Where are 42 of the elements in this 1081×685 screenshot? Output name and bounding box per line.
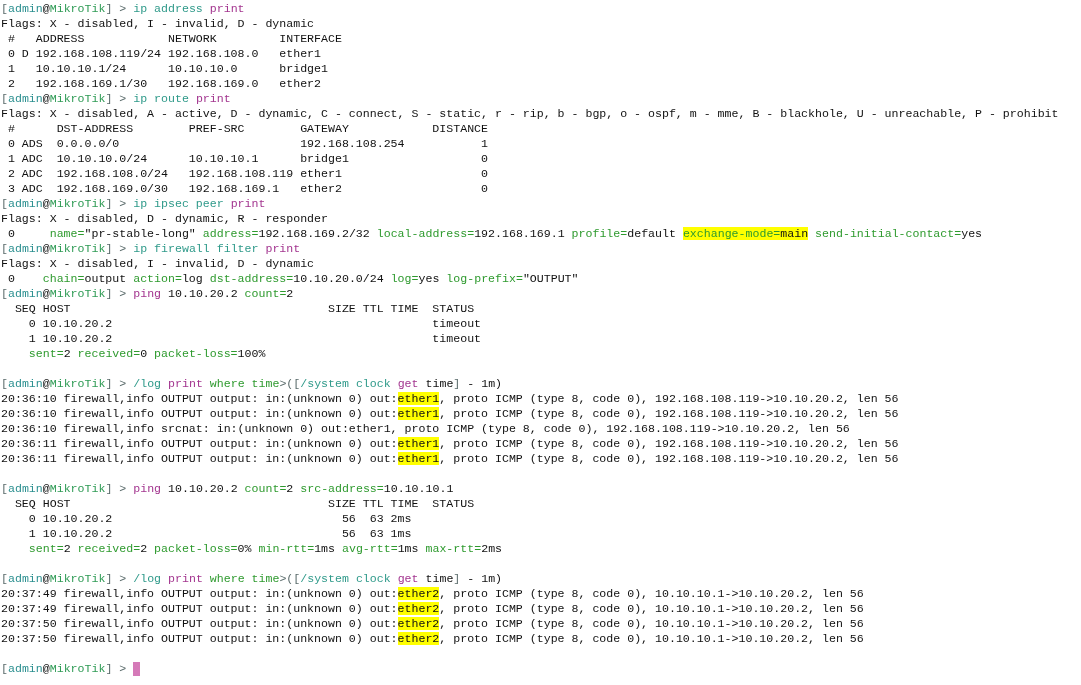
output-line: # DST-ADDRESS PREF-SRC GATEWAY DISTANCE: [6, 121, 489, 136]
output-line: 0 10.10.20.2 56 63 2ms: [27, 511, 412, 526]
output-line: 1 ADC 10.10.10.0/24 10.10.10.1 bridge1 0: [6, 151, 489, 166]
command-line: [admin@MikroTik] > ping 10.10.20.2 count=2 src-address=10.10.10.1: [1, 481, 454, 496]
output-line: 20:36:10 firewall,info OUTPUT output: in:(unknown 0) out:ether1, proto ICMP (type 8, code 0), 192.168.108.119->10.10.20.2, len 56: [1, 406, 899, 421]
command-line: [admin@MikroTik] > ip route print: [1, 91, 231, 106]
output-line: 20:36:11 firewall,info OUTPUT output: in:(unknown 0) out:ether1, proto ICMP (type 8, code 0), 192.168.108.119->10.10.20.2, len 56: [1, 451, 899, 466]
command-line: [admin@MikroTik] > /log print where time>([/system clock get time] - 1m): [1, 376, 503, 391]
output-line: SEQ HOST SIZE TTL TIME STATUS: [13, 496, 475, 511]
output-line: 0 chain=output action=log dst-address=10.10.20.0/24 log=yes log-prefix="OUTPUT": [6, 271, 579, 286]
output-line: 20:37:49 firewall,info OUTPUT output: in:(unknown 0) out:ether2, proto ICMP (type 8, code 0), 10.10.10.1->10.10.20.2, len 56: [1, 601, 864, 616]
command-line: [admin@MikroTik] > ip address print: [1, 1, 245, 16]
command-line: [admin@MikroTik] > /log print where time>([/system clock get time] - 1m): [1, 571, 503, 586]
text-cursor: [133, 661, 141, 676]
output-line: 2 192.168.169.1/30 192.168.169.0 ether2: [6, 76, 322, 91]
output-line: 20:37:50 firewall,info OUTPUT output: in:(unknown 0) out:ether2, proto ICMP (type 8, code 0), 10.10.10.1->10.10.20.2, len 56: [1, 631, 864, 646]
output-line: 2 ADC 192.168.108.0/24 192.168.108.119 ether1 0: [6, 166, 489, 181]
output-line: 0 D 192.168.108.119/24 192.168.108.0 ether1: [6, 46, 322, 61]
output-line: Flags: X - disabled, I - invalid, D - dynamic: [1, 256, 315, 271]
output-line: SEQ HOST SIZE TTL TIME STATUS: [13, 301, 475, 316]
output-line: 0 ADS 0.0.0.0/0 192.168.108.254 1: [6, 136, 489, 151]
output-line: 20:37:50 firewall,info OUTPUT output: in:(unknown 0) out:ether2, proto ICMP (type 8, code 0), 10.10.10.1->10.10.20.2, len 56: [1, 616, 864, 631]
output-line: 1 10.10.20.2 56 63 1ms: [27, 526, 412, 541]
command-line: [admin@MikroTik] > ping 10.10.20.2 count=2: [1, 286, 294, 301]
output-line: sent=2 received=0 packet-loss=100%: [27, 346, 266, 361]
output-line: Flags: X - disabled, D - dynamic, R - responder: [1, 211, 328, 226]
output-line: 3 ADC 192.168.169.0/30 192.168.169.1 ether2 0: [6, 181, 489, 196]
output-line: Flags: X - disabled, A - active, D - dynamic, C - connect, S - static, r - rip, b - bgp, o - ospf, m - mme, B - blackhole, U - unreachable, P - prohibit: [1, 106, 1059, 121]
command-line: [admin@MikroTik] > ip firewall filter print: [1, 241, 301, 256]
output-line: 1 10.10.10.1/24 10.10.10.0 bridge1: [6, 61, 328, 76]
output-line: 0 10.10.20.2 timeout: [27, 316, 482, 331]
output-line: 20:36:10 firewall,info srcnat: in:(unknown 0) out:ether1, proto ICMP (type 8, code 0), 192.168.108.119->10.10.20.2, len 56: [1, 421, 850, 436]
command-line: [admin@MikroTik] > ip ipsec peer print: [1, 196, 266, 211]
command-prompt: [admin@MikroTik] >: [1, 661, 128, 676]
output-line: 0 name="pr-stable-long" address=192.168.169.2/32 local-address=192.168.169.1 profile=default exchange-mode=main send-initial-contact=yes: [6, 226, 983, 241]
output-line: 20:36:10 firewall,info OUTPUT output: in:(unknown 0) out:ether1, proto ICMP (type 8, code 0), 192.168.108.119->10.10.20.2, len 56: [1, 391, 899, 406]
output-line: Flags: X - disabled, I - invalid, D - dynamic: [1, 16, 315, 31]
output-line: 20:37:49 firewall,info OUTPUT output: in:(unknown 0) out:ether2, proto ICMP (type 8, code 0), 10.10.10.1->10.10.20.2, len 56: [1, 586, 864, 601]
output-line: 20:36:11 firewall,info OUTPUT output: in:(unknown 0) out:ether1, proto ICMP (type 8, code 0), 192.168.108.119->10.10.20.2, len 56: [1, 436, 899, 451]
output-line: sent=2 received=2 packet-loss=0% min-rtt=1ms avg-rtt=1ms max-rtt=2ms: [27, 541, 503, 556]
output-line: # ADDRESS NETWORK INTERFACE: [6, 31, 342, 46]
output-line: 1 10.10.20.2 timeout: [27, 331, 482, 346]
